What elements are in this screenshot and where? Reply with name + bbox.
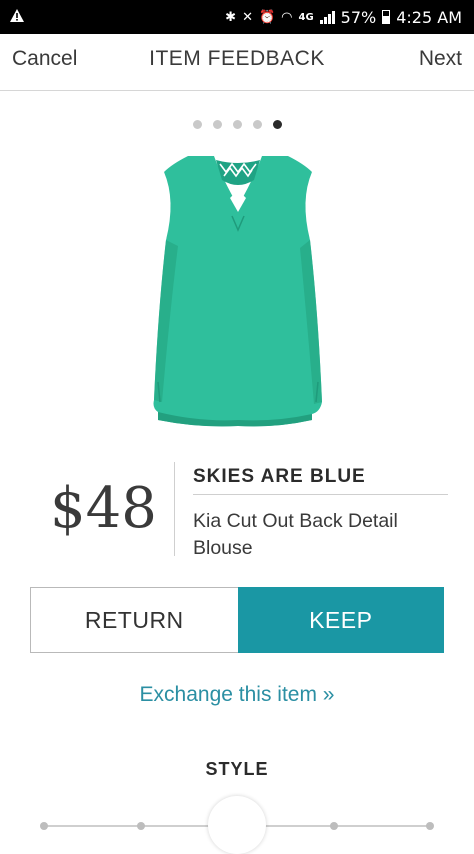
slider-tick: [40, 822, 48, 830]
page-title: ITEM FEEDBACK: [149, 47, 325, 70]
network-type: 4G: [298, 11, 314, 23]
image-pager[interactable]: [0, 120, 474, 129]
style-rating-slider[interactable]: [40, 796, 434, 854]
return-button[interactable]: RETURN: [30, 587, 238, 653]
header-bar: Cancel ITEM FEEDBACK Next: [0, 34, 474, 91]
brand-name: SKIES ARE BLUE: [193, 466, 366, 487]
divider: [174, 462, 175, 556]
clock: 4:25 AM: [396, 7, 462, 27]
pager-dot[interactable]: [272, 120, 282, 129]
warning-icon: [9, 8, 25, 27]
sleeveless-blouse-image: [153, 156, 322, 427]
pager-dot[interactable]: [212, 120, 222, 129]
alarm-icon: ⏰: [258, 9, 276, 25]
battery-percent: 57%: [340, 7, 377, 27]
slider-thumb[interactable]: [208, 796, 266, 854]
next-button[interactable]: Next: [419, 47, 462, 71]
slider-tick: [136, 822, 145, 830]
wifi-icon: ◠: [281, 9, 293, 25]
style-heading: STYLE: [205, 759, 269, 779]
mute-icon: ✕: [242, 9, 253, 25]
slider-tick: [426, 822, 434, 830]
divider: [193, 494, 448, 495]
battery-icon: [382, 10, 391, 24]
signal-icon: [319, 10, 335, 24]
slider-tick: [329, 822, 338, 830]
return-keep-toggle: RETURN KEEP: [30, 587, 444, 653]
status-bar: ✱ ✕ ⏰ ◠ 4G 57% 4:25 AM: [0, 0, 474, 34]
bluetooth-icon: ✱: [225, 9, 237, 25]
pager-dot[interactable]: [232, 120, 242, 129]
pager-dot[interactable]: [192, 120, 202, 129]
pager-dot[interactable]: [252, 120, 262, 129]
keep-button[interactable]: KEEP: [237, 587, 444, 653]
price: $48: [50, 476, 157, 541]
product-name: Kia Cut Out Back Detail Blouse: [193, 510, 398, 559]
exchange-link[interactable]: Exchange this item »: [0, 683, 474, 707]
